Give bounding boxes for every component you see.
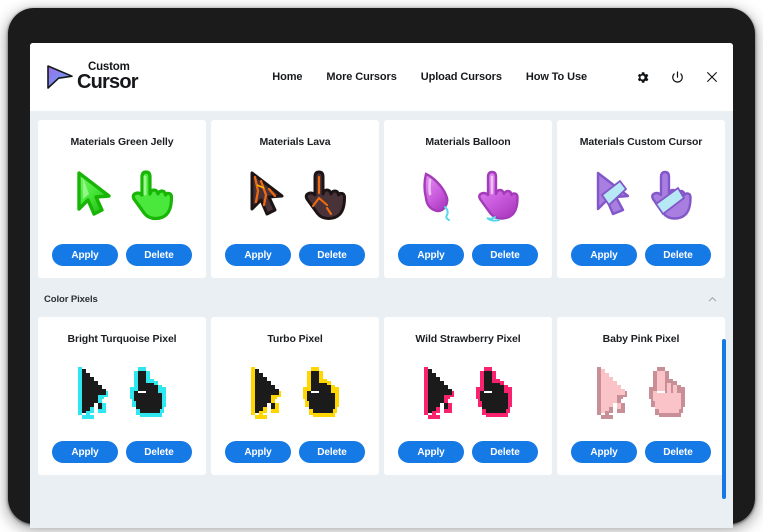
delete-button[interactable]: Delete <box>299 244 365 266</box>
nav-upload-cursors[interactable]: Upload Cursors <box>421 71 502 83</box>
cursor-card[interactable]: Wild Strawberry Pixel Apply Delete <box>384 317 552 475</box>
cursor-card[interactable]: Materials Custom Cursor Apply Delete <box>557 120 725 278</box>
cursor-hand-icon <box>131 170 173 221</box>
cursor-preview <box>74 353 170 431</box>
window-controls <box>633 68 721 86</box>
card-actions: Apply Delete <box>48 244 196 266</box>
content-area: Materials Green Jelly Apply Delete Mater… <box>30 111 733 528</box>
app-window: Custom Cursor Home More Cursors Upload C… <box>30 43 733 528</box>
main-nav: Home More Cursors Upload Cursors How To … <box>272 68 721 86</box>
cursor-card-row-color-pixels: Bright Turquoise Pixel Apply Delete Turb… <box>30 317 733 475</box>
delete-button[interactable]: Delete <box>645 244 711 266</box>
vertical-scrollbar[interactable] <box>721 111 728 528</box>
cursor-card[interactable]: Turbo Pixel Apply Delete <box>211 317 379 475</box>
delete-button[interactable]: Delete <box>299 441 365 463</box>
nav-how-to-use[interactable]: How To Use <box>526 71 587 83</box>
cursor-card-title: Materials Balloon <box>425 136 511 148</box>
card-actions: Apply Delete <box>394 441 542 463</box>
cursor-hand-icon <box>476 367 512 417</box>
cursor-arrow-icon <box>597 367 627 419</box>
card-actions: Apply Delete <box>394 244 542 266</box>
power-icon[interactable] <box>668 68 686 86</box>
cursor-hand-icon <box>303 367 339 417</box>
cursor-hand-icon <box>478 170 519 222</box>
cursor-preview <box>417 156 519 234</box>
cursor-card[interactable]: Bright Turquoise Pixel Apply Delete <box>38 317 206 475</box>
card-actions: Apply Delete <box>567 244 715 266</box>
cursor-card-title: Materials Green Jelly <box>70 136 174 148</box>
apply-button[interactable]: Apply <box>52 244 118 266</box>
cursor-card-row-materials: Materials Green Jelly Apply Delete Mater… <box>30 120 733 278</box>
brand-logo[interactable]: Custom Cursor <box>46 62 139 93</box>
cursor-card-title: Wild Strawberry Pixel <box>415 333 521 345</box>
device-frame: Custom Cursor Home More Cursors Upload C… <box>8 8 755 528</box>
cursor-arrow-icon <box>250 171 284 216</box>
cursor-hand-icon <box>304 170 346 220</box>
cursor-preview <box>247 353 343 431</box>
cursor-arrow-icon <box>424 367 454 419</box>
chevron-up-icon[interactable] <box>705 292 719 306</box>
cursor-card-title: Bright Turquoise Pixel <box>67 333 177 345</box>
close-icon[interactable] <box>703 68 721 86</box>
apply-button[interactable]: Apply <box>52 441 118 463</box>
card-actions: Apply Delete <box>221 244 369 266</box>
cursor-hand-icon <box>130 367 166 417</box>
cursor-card[interactable]: Baby Pink Pixel Apply Delete <box>557 317 725 475</box>
card-actions: Apply Delete <box>567 441 715 463</box>
cursor-card-title: Materials Lava <box>259 136 331 148</box>
cursor-preview <box>590 156 692 234</box>
cursor-arrow-icon <box>251 367 281 419</box>
cursor-card[interactable]: Materials Green Jelly Apply Delete <box>38 120 206 278</box>
cursor-arrow-icon <box>596 171 630 216</box>
apply-button[interactable]: Apply <box>225 244 291 266</box>
cursor-preview <box>593 353 689 431</box>
app-header: Custom Cursor Home More Cursors Upload C… <box>30 43 733 111</box>
cursor-arrow-icon <box>77 171 111 216</box>
apply-button[interactable]: Apply <box>398 441 464 463</box>
apply-button[interactable]: Apply <box>225 441 291 463</box>
apply-button[interactable]: Apply <box>571 244 637 266</box>
delete-button[interactable]: Delete <box>126 244 192 266</box>
cursor-card-title: Baby Pink Pixel <box>602 333 680 345</box>
gear-icon[interactable] <box>633 68 651 86</box>
scrollbar-thumb[interactable] <box>722 339 726 499</box>
cursor-card-title: Materials Custom Cursor <box>579 136 703 148</box>
apply-button[interactable]: Apply <box>398 244 464 266</box>
cursor-arrow-icon <box>78 367 108 419</box>
brand-wordmark-bottom: Cursor <box>77 70 139 93</box>
cursor-hand-icon <box>651 170 692 220</box>
delete-button[interactable]: Delete <box>472 244 538 266</box>
apply-button[interactable]: Apply <box>571 441 637 463</box>
card-actions: Apply Delete <box>48 441 196 463</box>
cursor-preview <box>420 353 516 431</box>
cursor-preview <box>244 156 346 234</box>
card-actions: Apply Delete <box>221 441 369 463</box>
cursor-preview <box>71 156 173 234</box>
delete-button[interactable]: Delete <box>645 441 711 463</box>
cursor-card[interactable]: Materials Lava Apply Delete <box>211 120 379 278</box>
brand-wordmark: Custom Cursor <box>77 62 139 93</box>
section-header-color-pixels[interactable]: Color Pixels <box>30 288 733 310</box>
section-title: Color Pixels <box>44 293 98 305</box>
delete-button[interactable]: Delete <box>472 441 538 463</box>
nav-more-cursors[interactable]: More Cursors <box>326 71 396 83</box>
cursor-card-title: Turbo Pixel <box>267 333 323 345</box>
nav-home[interactable]: Home <box>272 71 302 83</box>
cursor-arrow-logo-icon <box>47 65 73 89</box>
cursor-hand-icon <box>649 367 685 417</box>
cursor-arrow-icon <box>423 172 450 221</box>
cursor-card[interactable]: Materials Balloon Apply Delete <box>384 120 552 278</box>
delete-button[interactable]: Delete <box>126 441 192 463</box>
